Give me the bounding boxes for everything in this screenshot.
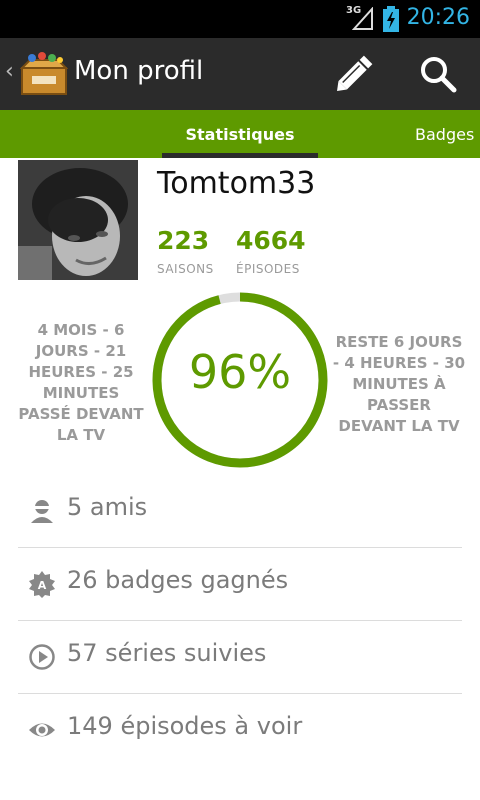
signal-icon [352, 7, 373, 30]
clock: 20:26 [406, 5, 470, 30]
search-icon[interactable] [414, 52, 462, 96]
list-item-label: 57 séries suivies [67, 639, 267, 667]
status-bar: 3G 20:26 [0, 0, 480, 38]
list-item-label: 5 amis [67, 493, 148, 521]
person-icon [31, 500, 53, 523]
list-item-friends[interactable]: 5 amis [18, 475, 462, 548]
episodes-label: ÉPISODES [236, 262, 300, 276]
action-bar: ‹ Mon profil [0, 38, 480, 110]
list-item-label: 149 épisodes à voir [67, 712, 303, 740]
pencil-icon[interactable] [328, 52, 380, 96]
back-chevron-icon[interactable]: ‹ [5, 61, 14, 83]
badge-icon: A [29, 571, 55, 598]
page-title: Mon profil [74, 56, 204, 86]
progress-percent: 96% [188, 345, 292, 399]
tab-bar: Statistiques Badges [0, 110, 480, 158]
play-circle-icon [29, 644, 55, 670]
username: Tomtom33 [157, 166, 316, 201]
eye-icon [29, 723, 55, 737]
seasons-label: SAISONS [157, 262, 214, 276]
time-spent-text: 4 MOIS - 6 JOURS - 21 HEURES - 25 MINUTE… [18, 321, 144, 444]
avatar [18, 160, 138, 280]
seasons-count: 223 [157, 226, 210, 255]
app-logo-icon[interactable] [20, 52, 68, 96]
list-item-badges[interactable]: A 26 badges gagnés [18, 548, 462, 621]
tab-statistiques[interactable]: Statistiques [160, 110, 320, 158]
svg-text:A: A [38, 579, 47, 592]
tab-badges[interactable]: Badges [415, 110, 474, 158]
episodes-count: 4664 [236, 226, 306, 255]
time-remaining-text: RESTE 6 JOURS - 4 HEURES - 30 MINUTES À … [332, 333, 466, 435]
list-item-series[interactable]: 57 séries suivies [18, 621, 462, 694]
battery-charging-icon [383, 6, 399, 32]
stats-list: 5 amis A 26 badges gagnés 57 séries suiv… [18, 475, 462, 766]
list-item-episodes[interactable]: 149 épisodes à voir [18, 694, 462, 766]
avatar-photo [18, 160, 138, 280]
list-item-label: 26 badges gagnés [67, 566, 289, 594]
